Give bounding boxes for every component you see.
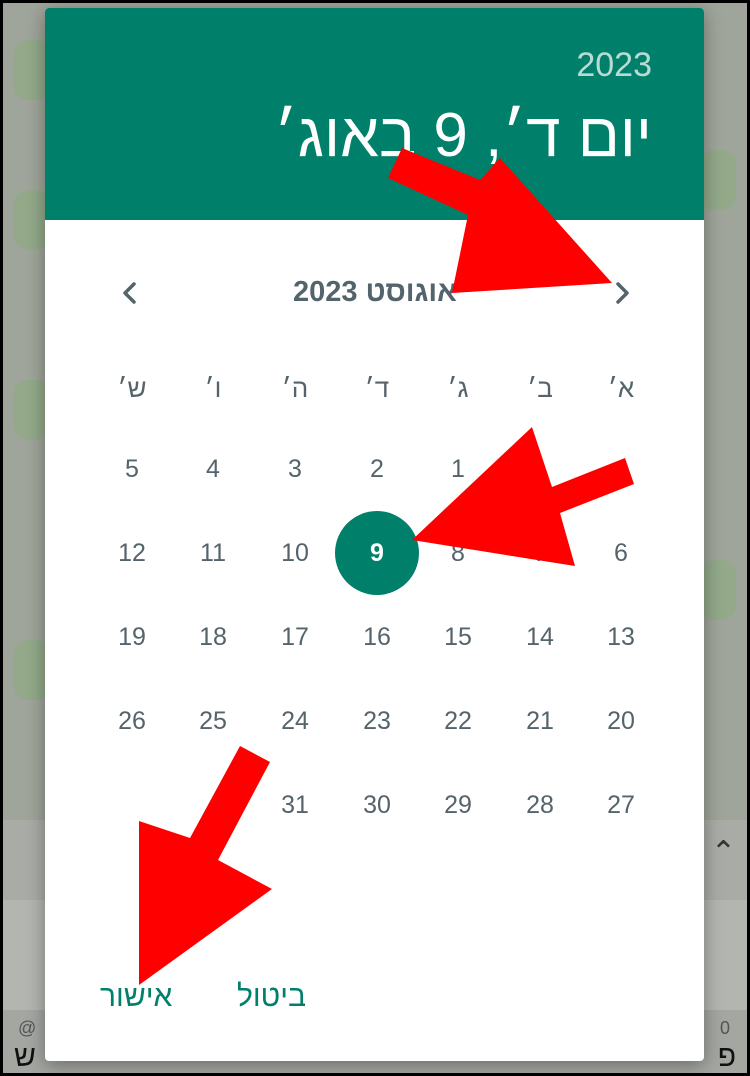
calendar-day[interactable]: 3 <box>253 427 337 511</box>
calendar-day[interactable]: 16 <box>335 595 419 679</box>
weekday-header: ד׳ <box>364 372 390 403</box>
ok-button[interactable]: אישור <box>100 980 172 1014</box>
calendar-day[interactable]: 24 <box>253 679 337 763</box>
calendar-day[interactable]: 22 <box>416 679 500 763</box>
calendar-day[interactable]: 10 <box>253 511 337 595</box>
weekday-header: ב׳ <box>527 372 553 403</box>
calendar-day[interactable]: 14 <box>498 595 582 679</box>
calendar-day[interactable]: 7 <box>498 511 582 595</box>
calendar-day[interactable]: 13 <box>579 595 663 679</box>
chevron-right-icon[interactable] <box>605 276 639 310</box>
calendar-day[interactable]: 29 <box>416 763 500 847</box>
calendar-day[interactable]: 31 <box>253 763 337 847</box>
weekday-header: א׳ <box>607 372 635 403</box>
calendar-day[interactable]: 26 <box>90 679 174 763</box>
calendar-day[interactable]: 4 <box>171 427 255 511</box>
calendar-day[interactable]: 15 <box>416 595 500 679</box>
calendar-day[interactable]: 28 <box>498 763 582 847</box>
keyboard-zero-label: 0 <box>719 1018 730 1038</box>
calendar-day[interactable]: 8 <box>416 511 500 595</box>
weekday-header: ג׳ <box>447 372 469 403</box>
calendar-day[interactable]: 5 <box>90 427 174 511</box>
cancel-button[interactable]: ביטול <box>237 980 306 1014</box>
header-selected-date: יום ד׳, 9 באוג׳ <box>273 101 652 170</box>
keyboard-at-label: @ <box>18 1018 37 1038</box>
background-bubble <box>700 560 736 620</box>
header-year[interactable]: 2023 <box>576 46 652 85</box>
calendar-day[interactable]: 19 <box>90 595 174 679</box>
calendar-day[interactable]: 6 <box>579 511 663 595</box>
background-bubble <box>700 150 736 210</box>
calendar-day[interactable]: 11 <box>171 511 255 595</box>
date-picker-dialog: 2023 יום ד׳, 9 באוג׳ אוגוסט 2023 א׳ ב׳ ג׳ ד… <box>45 8 704 1061</box>
calendar-day[interactable]: 27 <box>579 763 663 847</box>
calendar-day[interactable]: 17 <box>253 595 337 679</box>
chevron-left-icon[interactable] <box>113 276 147 310</box>
month-year-title: אוגוסט 2023 <box>293 276 457 308</box>
weekday-header: ו׳ <box>204 372 222 403</box>
keyboard-key: ש <box>14 1040 36 1073</box>
weekday-header: ה׳ <box>281 372 309 403</box>
calendar-day[interactable]: 18 <box>171 595 255 679</box>
calendar-day[interactable]: 2 <box>335 427 419 511</box>
calendar-day[interactable]: 23 <box>335 679 419 763</box>
selected-day[interactable]: 9 <box>335 511 419 595</box>
calendar-day[interactable]: 30 <box>335 763 419 847</box>
keyboard-key: פ <box>717 1040 736 1073</box>
calendar-day[interactable]: 12 <box>90 511 174 595</box>
weekday-header: ש׳ <box>117 372 147 403</box>
calendar-day[interactable]: 1 <box>416 427 500 511</box>
calendar-day[interactable]: 25 <box>171 679 255 763</box>
updown-chevron-icon: ⌃ <box>710 836 736 869</box>
calendar-day[interactable]: 20 <box>579 679 663 763</box>
date-picker-header: 2023 יום ד׳, 9 באוג׳ <box>45 8 704 220</box>
calendar-day[interactable]: 21 <box>498 679 582 763</box>
